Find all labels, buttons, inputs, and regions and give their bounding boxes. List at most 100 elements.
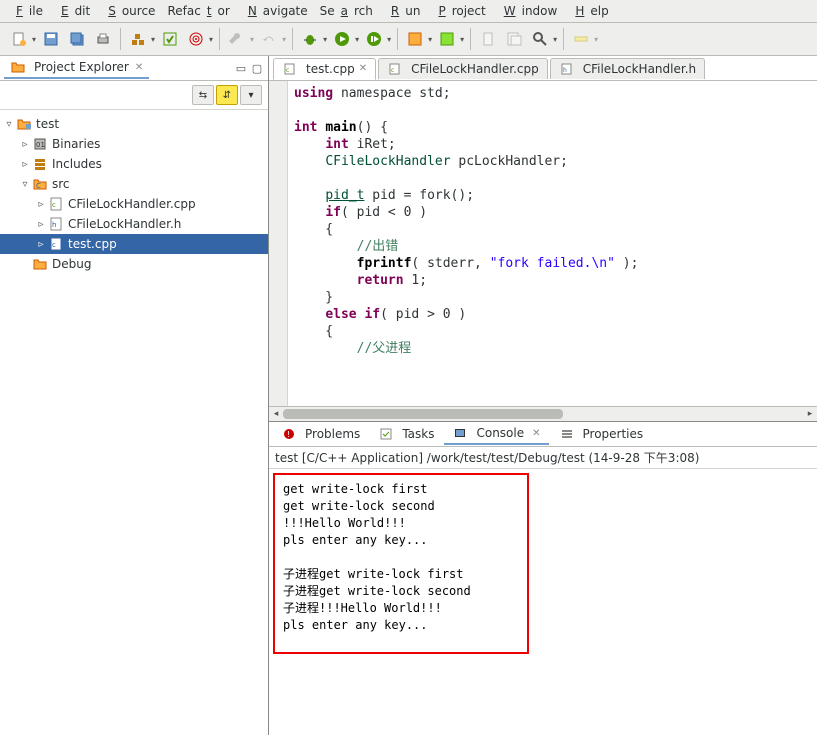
tree-node-project[interactable]: ▿test — [0, 114, 268, 134]
maximize-icon[interactable]: ▢ — [250, 62, 264, 75]
editor-tab-test-cpp[interactable]: c test.cpp ✕ — [273, 58, 376, 80]
tree-label: Binaries — [52, 137, 100, 151]
tab-label: test.cpp — [306, 62, 355, 76]
build-target-button[interactable] — [185, 28, 207, 50]
horizontal-scrollbar[interactable]: ◂▸ — [269, 406, 817, 421]
console-view: test [C/C++ Application] /work/test/test… — [269, 447, 817, 735]
build-button[interactable] — [127, 28, 149, 50]
tree-label: Includes — [52, 157, 102, 171]
tab-label: Console — [476, 426, 524, 440]
close-icon[interactable]: ✕ — [135, 62, 143, 73]
open-call-button[interactable] — [503, 28, 525, 50]
project-tree[interactable]: ▿test ▹01Binaries ▹Includes ▿Csrc ▹cCFil… — [0, 110, 268, 735]
link-editor-button[interactable]: ⇵ — [216, 85, 238, 105]
tab-console[interactable]: Console ✕ — [444, 423, 548, 445]
folder-icon — [10, 59, 26, 75]
debug-folder-icon — [32, 256, 48, 272]
tree-node-test-cpp[interactable]: ▹ctest.cpp — [0, 234, 268, 254]
tab-properties[interactable]: Properties — [551, 424, 652, 444]
run-last-button[interactable] — [363, 28, 385, 50]
h-file-icon: h — [48, 216, 64, 232]
menu-run[interactable]: Run — [379, 2, 427, 20]
svg-text:h: h — [563, 67, 567, 74]
wrench-button[interactable] — [226, 28, 248, 50]
cpp-file-icon: c — [387, 61, 403, 77]
menu-search[interactable]: Search — [314, 2, 379, 20]
save-button[interactable] — [40, 28, 62, 50]
menu-help[interactable]: Help — [563, 2, 614, 20]
editor-tab-cfile-h[interactable]: hCFileLockHandler.h — [550, 58, 705, 79]
debug-button[interactable] — [299, 28, 321, 50]
menu-bar: FFileile Edit Source Refactor Navigate S… — [0, 0, 817, 23]
tree-node-src[interactable]: ▿Csrc — [0, 174, 268, 194]
editor-gutter — [269, 81, 288, 421]
view-menu-button[interactable]: ▾ — [240, 85, 262, 105]
console-launch-info: test [C/C++ Application] /work/test/test… — [269, 447, 817, 469]
tree-node-debug[interactable]: ▹Debug — [0, 254, 268, 274]
editor-tab-cfile-cpp[interactable]: c CFileLockHandler.cpp — [378, 58, 548, 79]
project-explorer-label: Project Explorer — [34, 60, 129, 74]
h-file-icon: h — [559, 61, 575, 77]
properties-icon — [559, 426, 575, 442]
menu-project[interactable]: Project — [426, 2, 491, 20]
menu-file[interactable]: FFileile — [4, 2, 49, 20]
code-editor[interactable]: using namespace std; int main() { int iR… — [269, 81, 817, 422]
new-button[interactable] — [8, 28, 30, 50]
run-button[interactable] — [331, 28, 353, 50]
svg-text:c: c — [52, 241, 56, 249]
project-icon — [16, 116, 32, 132]
svg-text:c: c — [52, 201, 56, 209]
view-controls: ▭ ▢ — [234, 62, 264, 75]
tree-node-cfile-cpp[interactable]: ▹cCFileLockHandler.cpp — [0, 194, 268, 214]
menu-edit[interactable]: Edit — [49, 2, 96, 20]
editor-area: c test.cpp ✕ c CFileLockHandler.cpp hCFileL… — [269, 56, 817, 735]
svg-text:!: ! — [287, 430, 290, 439]
bottom-view-tabs: !Problems Tasks Console ✕ Properties — [269, 422, 817, 447]
main-toolbar: ▾ ▾ ▾ ▾ ▾ ▾ ▾ ▾ ▾ ▾ ▾ ▾ — [0, 23, 817, 56]
toggle-mark-button[interactable] — [570, 28, 592, 50]
menu-navigate[interactable]: Navigate — [236, 2, 314, 20]
menu-source[interactable]: Source — [96, 2, 161, 20]
src-folder-icon: C — [32, 176, 48, 192]
svg-text:c: c — [286, 67, 289, 74]
undo-button[interactable] — [258, 28, 280, 50]
tree-label: Debug — [52, 257, 91, 271]
print-button[interactable] — [92, 28, 114, 50]
new-cpp-button[interactable] — [404, 28, 426, 50]
tab-label: Tasks — [402, 427, 434, 441]
project-explorer-tab[interactable]: Project Explorer ✕ — [4, 57, 149, 79]
build-all-button[interactable] — [159, 28, 181, 50]
tab-tasks[interactable]: Tasks — [370, 424, 442, 444]
svg-text:C: C — [36, 182, 41, 190]
new-header-button[interactable] — [436, 28, 458, 50]
console-output[interactable]: get write-lock first get write-lock seco… — [269, 469, 817, 735]
tree-label: CFileLockHandler.cpp — [68, 197, 196, 211]
tree-label: src — [52, 177, 70, 191]
open-type-button[interactable] — [477, 28, 499, 50]
menu-refactor[interactable]: Refactor — [161, 2, 235, 20]
minimize-icon[interactable]: ▭ — [234, 62, 248, 75]
tree-label: test — [36, 117, 59, 131]
project-explorer-view: Project Explorer ✕ ▭ ▢ ⇆ ⇵ ▾ ▿test ▹01Bi… — [0, 56, 269, 735]
cpp-file-icon: c — [48, 196, 64, 212]
svg-text:h: h — [52, 221, 56, 229]
tab-problems[interactable]: !Problems — [273, 424, 368, 444]
tab-label: CFileLockHandler.cpp — [411, 62, 539, 76]
tree-node-cfile-h[interactable]: ▹hCFileLockHandler.h — [0, 214, 268, 234]
search-button[interactable] — [529, 28, 551, 50]
code-content[interactable]: using namespace std; int main() { int iR… — [288, 81, 817, 421]
cpp-file-icon: c — [282, 61, 298, 77]
svg-text:01: 01 — [36, 141, 45, 149]
close-icon[interactable]: ✕ — [359, 63, 367, 74]
explorer-toolbar: ⇆ ⇵ ▾ — [0, 81, 268, 110]
menu-window[interactable]: Window — [492, 2, 564, 20]
console-highlight-box: get write-lock first get write-lock seco… — [273, 473, 529, 654]
collapse-all-button[interactable]: ⇆ — [192, 85, 214, 105]
tasks-icon — [378, 426, 394, 442]
console-icon — [452, 425, 468, 441]
save-all-button[interactable] — [66, 28, 88, 50]
close-icon[interactable]: ✕ — [532, 428, 540, 439]
tree-node-includes[interactable]: ▹Includes — [0, 154, 268, 174]
tree-node-binaries[interactable]: ▹01Binaries — [0, 134, 268, 154]
workspace: Project Explorer ✕ ▭ ▢ ⇆ ⇵ ▾ ▿test ▹01Bi… — [0, 56, 817, 735]
